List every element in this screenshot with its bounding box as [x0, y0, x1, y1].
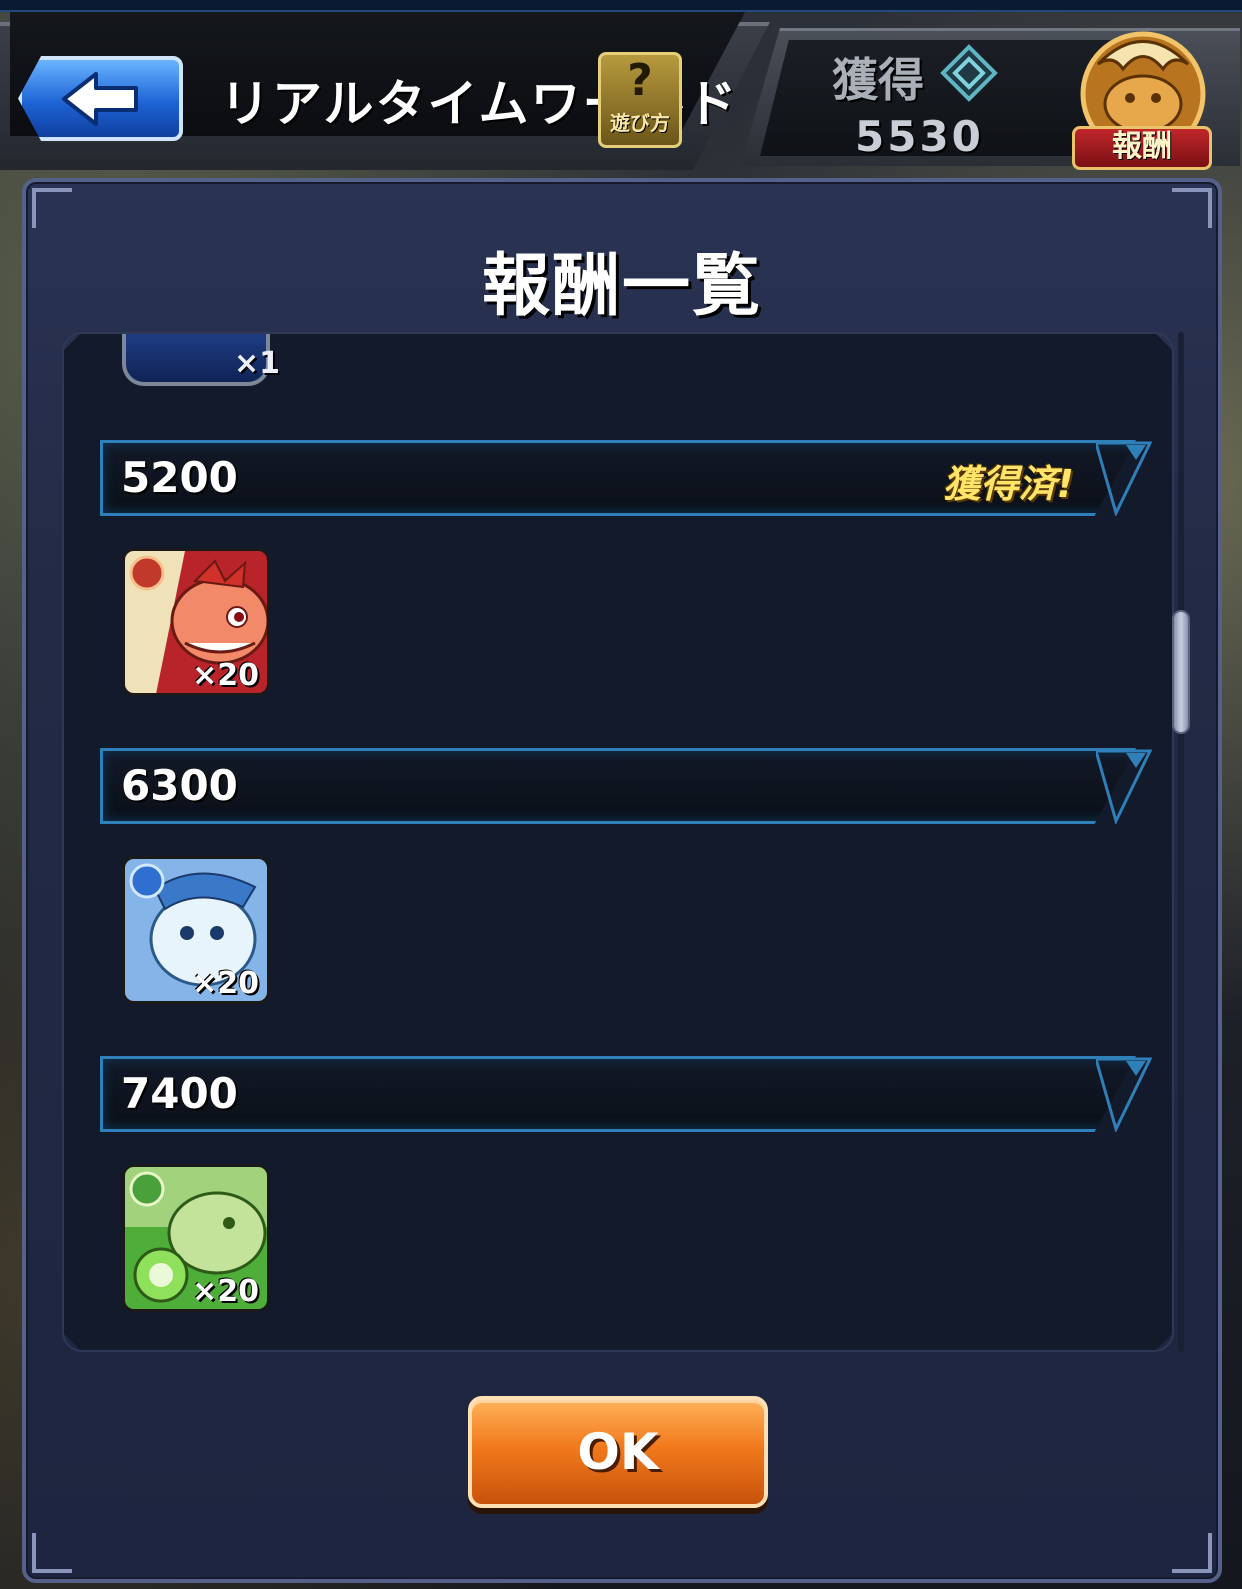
tier-bar-corner: [1096, 748, 1152, 824]
help-icon: ?: [627, 55, 653, 106]
item-quantity: ×20: [192, 658, 259, 693]
reward-list-modal: 報酬一覧 ×1 5200 獲得済! ×20 6300 ×20 7400 ×20 …: [22, 178, 1222, 1583]
reward-badge-label: 報酬: [1072, 126, 1212, 170]
reward-item-red[interactable]: ×20: [122, 548, 270, 696]
back-arrow-icon: [61, 71, 138, 126]
help-button[interactable]: ? 遊び方: [598, 52, 682, 148]
diamond-icon: [940, 44, 998, 102]
tier-threshold: 6300: [121, 761, 238, 810]
modal-corner-bl: [32, 1533, 72, 1573]
tier-header: 6300: [100, 748, 1136, 824]
tier-header: 5200 獲得済!: [100, 440, 1136, 516]
tier-bar-corner: [1096, 440, 1152, 516]
modal-corner-tr: [1172, 188, 1212, 228]
scrollbar-track[interactable]: [1178, 332, 1184, 1352]
claimed-badge: 獲得済!: [942, 462, 1074, 506]
modal-title: 報酬一覧: [481, 247, 762, 326]
back-button[interactable]: [18, 56, 183, 141]
item-quantity: ×1: [234, 346, 281, 381]
tier-bar-corner: [1096, 1056, 1152, 1132]
item-quantity: ×20: [192, 1274, 259, 1309]
reward-item-partial: ×1: [122, 332, 270, 386]
tier-header: 7400: [100, 1056, 1136, 1132]
tier-threshold: 7400: [121, 1069, 238, 1118]
ok-label: OK: [577, 1423, 659, 1481]
reward-list[interactable]: ×1 5200 獲得済! ×20 6300 ×20 7400 ×20: [62, 332, 1174, 1352]
modal-corner-tl: [32, 188, 72, 228]
item-quantity: ×20: [192, 966, 259, 1001]
tier-threshold: 5200: [121, 453, 238, 502]
scrollbar-thumb[interactable]: [1172, 610, 1190, 734]
help-label: 遊び方: [610, 111, 670, 135]
earned-value: 5530: [855, 112, 984, 161]
ok-button[interactable]: OK: [468, 1396, 768, 1508]
top-strip: [0, 0, 1242, 12]
earned-label: 獲得: [832, 53, 924, 107]
reward-item-green[interactable]: ×20: [122, 1164, 270, 1312]
modal-corner-br: [1172, 1533, 1212, 1573]
reward-item-blue[interactable]: ×20: [122, 856, 270, 1004]
